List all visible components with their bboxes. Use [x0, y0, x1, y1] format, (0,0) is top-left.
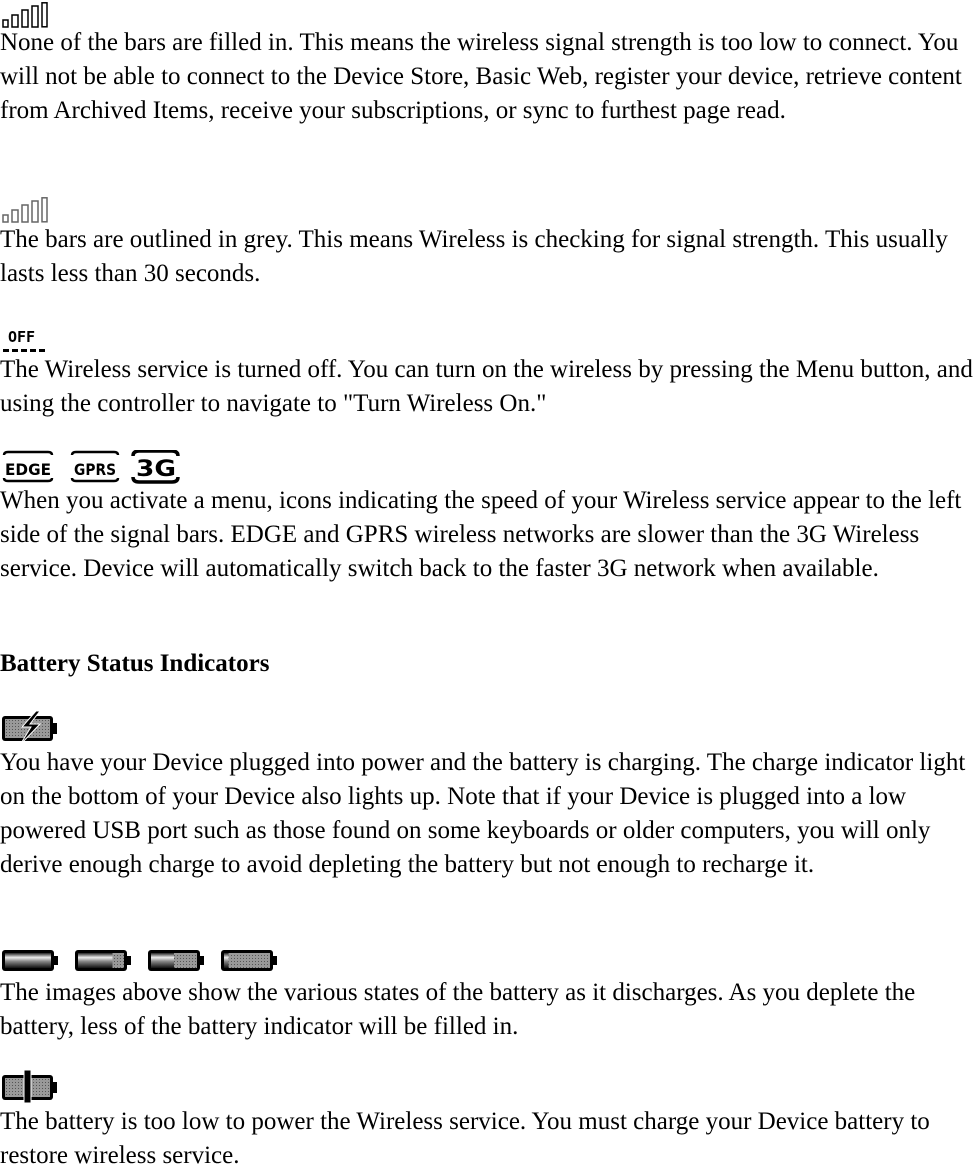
checking-signal-text: The bars are outlined in grey. This mean…: [0, 226, 948, 287]
battery-charging-icon: [0, 711, 60, 745]
battery-section-heading: Battery Status Indicators: [0, 650, 270, 677]
levels-text: The images above show the various states…: [0, 979, 916, 1040]
speed-icons-row: EDGE GPRS 3G: [0, 450, 180, 484]
no-signal-description: None of the bars are filled in. This mea…: [0, 26, 976, 128]
wireless-off-text: The Wireless service is turned off. You …: [0, 356, 973, 417]
charging-text: You have your Device plugged into power …: [0, 749, 966, 878]
checking-signal-description: The bars are outlined in grey. This mean…: [0, 223, 976, 291]
svg-text:GPRS: GPRS: [74, 460, 116, 479]
speed-description: When you activate a menu, icons indicati…: [0, 484, 976, 586]
edge-icon: EDGE: [2, 450, 54, 483]
battery-full-icon: [2, 950, 58, 971]
wireless-off-description: The Wireless service is turned off. You …: [0, 353, 976, 421]
no-signal-text: None of the bars are filled in. This mea…: [0, 29, 962, 124]
too-low-text: The battery is too low to power the Wire…: [0, 1108, 930, 1169]
battery-low-icon: [221, 950, 277, 971]
battery-section: Battery Status Indicators: [0, 647, 976, 681]
speed-text: When you activate a menu, icons indicati…: [0, 487, 962, 582]
charging-description: You have your Device plugged into power …: [0, 746, 976, 882]
battery-levels-row: [0, 946, 290, 976]
3g-icon: 3G: [131, 450, 180, 484]
battery-too-low-icon: [0, 1070, 60, 1104]
battery-half-icon: [148, 950, 204, 971]
gprs-icon: GPRS: [70, 450, 120, 483]
battery-three-quarter-icon: [75, 950, 131, 971]
too-low-description: The battery is too low to power the Wire…: [0, 1105, 976, 1173]
wireless-off-icon-label: OFF: [8, 328, 35, 346]
levels-description: The images above show the various states…: [0, 976, 976, 1044]
svg-text:3G: 3G: [136, 457, 176, 482]
wireless-off-icon: OFF: [0, 328, 50, 354]
svg-text:EDGE: EDGE: [5, 460, 51, 479]
